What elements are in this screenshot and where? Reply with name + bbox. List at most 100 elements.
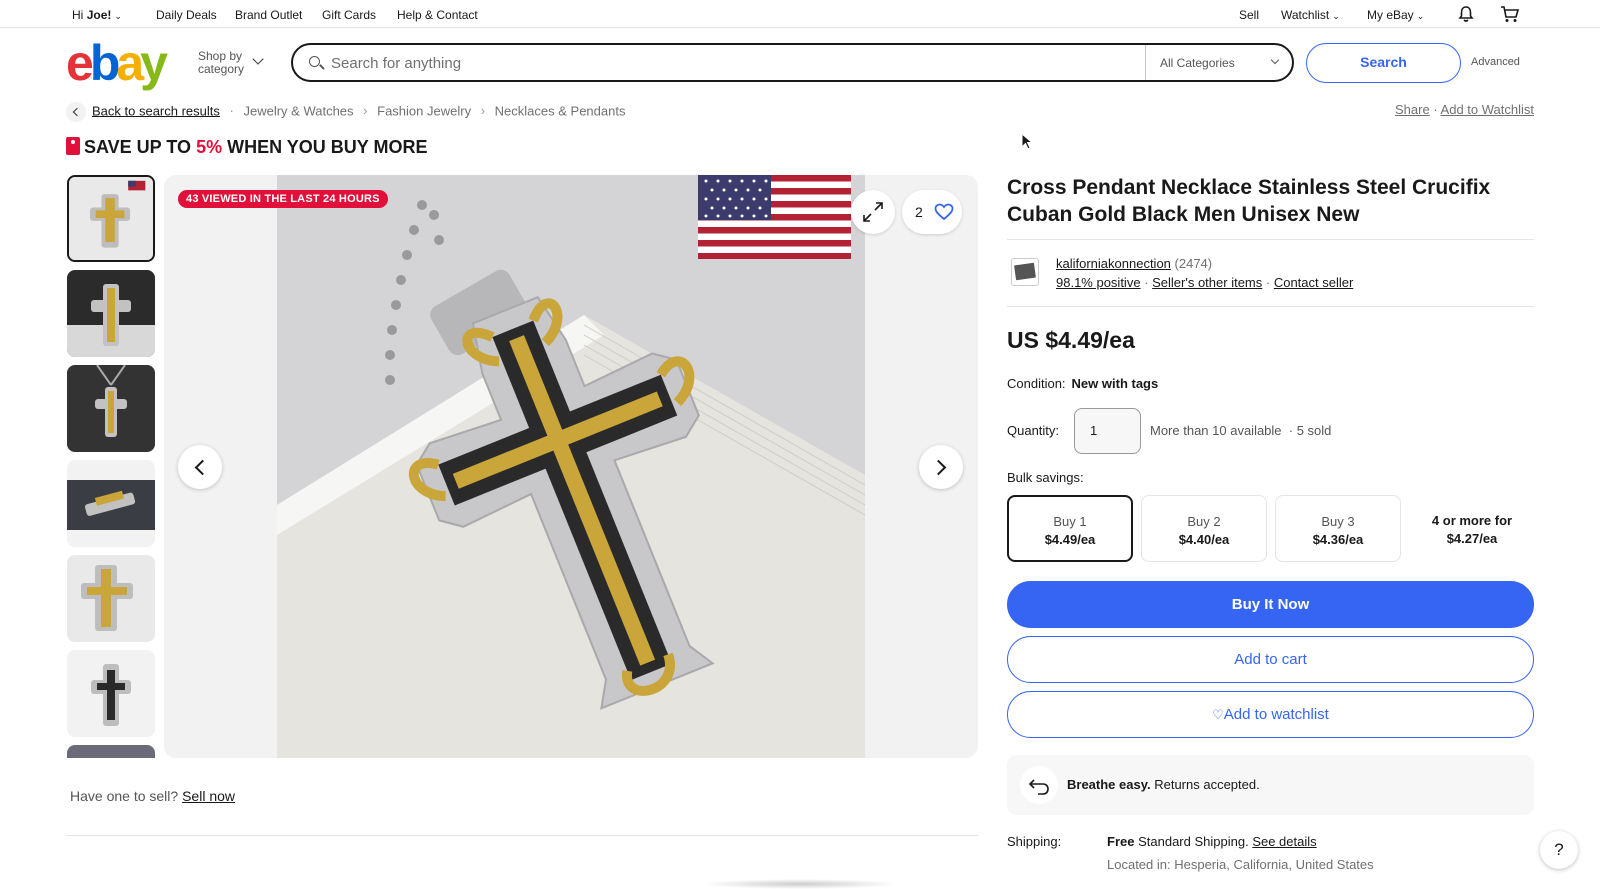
seller-avatar[interactable] — [1011, 258, 1039, 286]
seller-other-items-link[interactable]: Seller's other items — [1152, 275, 1262, 290]
seller-links: 98.1% positive · Seller's other items · … — [1056, 275, 1354, 290]
bulk-price: $4.40/ea — [1178, 532, 1230, 547]
thumbnail-4[interactable] — [67, 460, 155, 547]
bulk-qty: Buy 1 — [1053, 514, 1087, 529]
chevron-down-icon — [1270, 55, 1280, 65]
returns-banner: Breathe easy. Returns accepted. — [1007, 755, 1534, 815]
help-button[interactable]: ? — [1540, 831, 1578, 869]
bulk-price: $4.27/ea — [1446, 531, 1498, 546]
thumbnail-2[interactable] — [67, 270, 155, 357]
shipping-free: Free — [1107, 834, 1135, 849]
viewed-badge: 43 VIEWED IN THE LAST 24 HOURS — [178, 190, 388, 208]
bell-icon[interactable] — [1457, 5, 1475, 23]
shipping-value: Free Standard Shipping. See details — [1107, 834, 1317, 849]
nav-help-contact[interactable]: Help & Contact — [397, 8, 478, 22]
top-nav: Hi Joe! ⌄ Daily Deals Brand Outlet Gift C… — [0, 0, 1600, 28]
greeting-menu[interactable]: Hi Joe! ⌄ — [72, 8, 122, 22]
thumbnail-7[interactable] — [67, 745, 155, 758]
watchlist-label: Watchlist — [1281, 8, 1330, 22]
bulk-option-1[interactable]: Buy 1 $4.49/ea — [1007, 495, 1133, 562]
chevron-down-icon: ⌄ — [114, 11, 122, 21]
advanced-search-link[interactable]: Advanced — [1471, 56, 1520, 68]
product-photo — [277, 175, 866, 758]
nav-gift-cards[interactable]: Gift Cards — [322, 8, 376, 22]
cart-icon[interactable] — [1500, 5, 1520, 23]
category-select-label: All Categories — [1160, 56, 1235, 70]
returns-bold: Breathe easy. — [1067, 777, 1151, 792]
promo-percent: 5% — [196, 137, 223, 157]
share-link[interactable]: Share — [1395, 102, 1430, 117]
bulk-savings-label: Bulk savings: — [1007, 470, 1084, 485]
thumbnail-image — [67, 365, 155, 452]
sell-now-link[interactable]: Sell now — [182, 788, 235, 804]
divider — [1007, 306, 1534, 307]
see-details-link[interactable]: See details — [1252, 834, 1316, 849]
breadcrumb-necklaces-pendants[interactable]: Necklaces & Pendants — [495, 103, 626, 118]
add-to-watchlist-button[interactable]: ♡Add to watchlist — [1007, 691, 1534, 738]
available-text: More than 10 available — [1150, 423, 1282, 438]
mouse-cursor-icon — [1021, 133, 1033, 150]
category-select[interactable]: All Categories — [1145, 45, 1292, 80]
ebay-logo[interactable]: ebay — [66, 38, 168, 88]
nav-brand-outlet[interactable]: Brand Outlet — [235, 8, 302, 22]
search-input[interactable] — [331, 51, 1111, 75]
bulk-option-4[interactable]: 4 or more for $4.27/ea — [1409, 495, 1535, 562]
bulk-price: $4.36/ea — [1312, 532, 1364, 547]
shipping-label: Shipping: — [1007, 834, 1062, 849]
divider — [1007, 239, 1534, 240]
seller-positive-link[interactable]: 98.1% positive — [1056, 275, 1141, 290]
like-count: 2 — [915, 204, 923, 220]
thumbnail-6[interactable] — [67, 650, 155, 737]
main-product-image[interactable]: 43 VIEWED IN THE LAST 24 HOURS 2 — [164, 175, 978, 758]
next-image-button[interactable] — [919, 445, 963, 489]
quantity-input[interactable]: 1 — [1074, 408, 1141, 454]
condition: Condition: New with tags — [1007, 376, 1158, 391]
breadcrumb-jewelry-watches[interactable]: Jewelry & Watches — [243, 103, 353, 118]
shop-by-category[interactable]: Shop by category — [198, 50, 244, 76]
chevron-down-icon[interactable] — [252, 53, 264, 65]
nav-watchlist[interactable]: Watchlist ⌄ — [1281, 8, 1340, 22]
my-ebay-label: My eBay — [1367, 8, 1414, 22]
add-to-cart-button[interactable]: Add to cart — [1007, 636, 1534, 683]
like-button[interactable]: 2 — [902, 190, 962, 234]
search-button[interactable]: Search — [1306, 43, 1461, 83]
nav-sell[interactable]: Sell — [1239, 8, 1259, 22]
seller-name-link[interactable]: kaliforniakonnection — [1056, 256, 1171, 271]
promo-suffix: WHEN YOU BUY MORE — [227, 137, 428, 157]
thumbnail-strip — [67, 175, 155, 758]
breadcrumb-separator: · — [229, 103, 234, 119]
back-to-results-link[interactable]: Back to search results — [92, 103, 220, 118]
thumbnail-image — [67, 270, 155, 357]
search-icon — [309, 56, 320, 67]
previous-image-button[interactable] — [178, 445, 222, 489]
thumbnail-5[interactable] — [67, 555, 155, 642]
chevron-down-icon: ⌄ — [1416, 11, 1425, 21]
nav-daily-deals[interactable]: Daily Deals — [156, 8, 217, 22]
thumbnail-image — [67, 460, 155, 547]
add-to-watchlist-link[interactable]: Add to Watchlist — [1441, 102, 1534, 117]
breadcrumb: Back to search results · Jewelry & Watch… — [66, 102, 625, 122]
chevron-left-icon[interactable] — [66, 102, 86, 122]
shadow-decoration — [700, 879, 900, 889]
returns-text: Breathe easy. Returns accepted. — [1067, 777, 1260, 792]
bulk-qty: Buy 3 — [1321, 514, 1355, 529]
greeting-name: Joe! — [86, 8, 112, 22]
divider — [66, 835, 978, 836]
bulk-price: $4.49/ea — [1044, 532, 1096, 547]
bulk-option-3[interactable]: Buy 3 $4.36/ea — [1275, 495, 1401, 562]
price-tag-icon — [66, 137, 80, 155]
returns-icon — [1020, 766, 1058, 804]
thumbnail-1[interactable] — [67, 175, 155, 262]
quantity-label: Quantity: — [1007, 423, 1060, 438]
contact-seller-link[interactable]: Contact seller — [1274, 275, 1353, 290]
bulk-option-2[interactable]: Buy 2 $4.40/ea — [1141, 495, 1267, 562]
sold-count: 5 sold — [1296, 423, 1332, 438]
expand-button[interactable] — [851, 190, 895, 234]
bulk-qty: Buy 2 — [1187, 514, 1221, 529]
thumbnail-image — [69, 177, 153, 260]
shipping-text: Standard Shipping. — [1138, 834, 1249, 849]
thumbnail-3[interactable] — [67, 365, 155, 452]
breadcrumb-fashion-jewelry[interactable]: Fashion Jewelry — [377, 103, 471, 118]
buy-it-now-button[interactable]: Buy It Now — [1007, 581, 1534, 628]
nav-my-ebay[interactable]: My eBay ⌄ — [1367, 8, 1424, 22]
